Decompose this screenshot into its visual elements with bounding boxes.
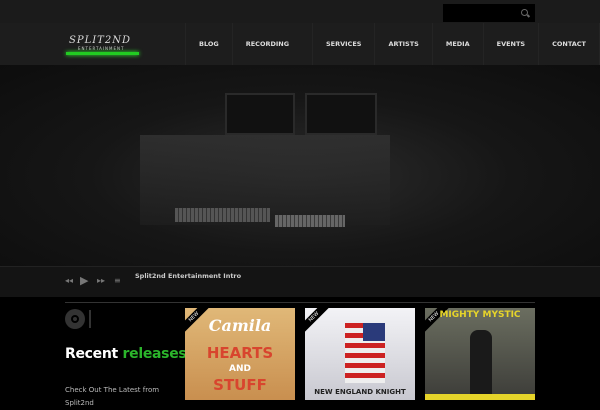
title-accent: releases. <box>122 346 192 362</box>
cover-title: MIGHTY MYSTIC <box>439 310 521 320</box>
logo[interactable]: SPLIT2ND ENTERTAINMENT <box>66 35 140 57</box>
nav-artists[interactable]: ARTISTS <box>374 23 431 65</box>
search-icon[interactable] <box>521 9 528 16</box>
artist-figure <box>470 330 492 400</box>
new-badge: NEW <box>305 308 335 338</box>
cover-title: NEW ENGLAND KNIGHT <box>314 388 406 396</box>
nav-services[interactable]: SERVICES <box>311 23 374 65</box>
logo-subtext: ENTERTAINMENT <box>78 46 125 51</box>
cover-line: HEARTS <box>206 344 274 362</box>
cover-title: Camila <box>208 316 272 335</box>
playlist-icon[interactable]: ≡ <box>114 276 121 285</box>
keyboard <box>175 208 270 222</box>
cover-banner <box>425 394 535 400</box>
flag-stars <box>363 323 385 341</box>
keyboard <box>275 215 345 227</box>
hero-studio-image <box>0 65 600 266</box>
nav-blog[interactable]: BLOG <box>185 23 232 65</box>
logo-equalizer <box>66 52 139 55</box>
play-icon[interactable]: ▶ <box>80 274 88 287</box>
nav-media[interactable]: MEDIA <box>431 23 483 65</box>
audio-player: ◂◂ ▶ ▸▸ ≡ Split2nd Entertainment Intro <box>0 266 600 297</box>
section-title: Recent releases. <box>65 346 192 362</box>
next-icon[interactable]: ▸▸ <box>97 276 105 285</box>
turntable-icon <box>65 309 85 329</box>
studio-monitor <box>225 93 295 135</box>
track-title: Split2nd Entertainment Intro <box>135 272 242 280</box>
turntable-arm-icon <box>89 310 91 328</box>
nav-contact[interactable]: CONTACT <box>538 23 600 65</box>
cover-line: AND <box>229 364 251 374</box>
album-cover[interactable]: NEW NEW ENGLAND KNIGHT <box>305 308 415 400</box>
studio-monitor <box>305 93 377 135</box>
title-part: Recent <box>65 346 118 362</box>
nav-recording-studio[interactable]: RECORDING STUDIO <box>231 23 312 90</box>
main-menu: BLOG RECORDING STUDIO SERVICES ARTISTS M… <box>185 23 600 90</box>
album-cover[interactable]: NEW MIGHTY MYSTIC <box>425 308 535 400</box>
section-description: Check Out The Latest from Split2nd <box>65 386 160 407</box>
cover-line: STUFF <box>213 376 267 394</box>
album-cover[interactable]: NEW Camila HEARTS AND STUFF <box>185 308 295 400</box>
logo-text: SPLIT2ND <box>69 35 131 46</box>
nav-events[interactable]: EVENTS <box>482 23 538 65</box>
previous-icon[interactable]: ◂◂ <box>65 276 73 285</box>
divider <box>65 302 535 303</box>
